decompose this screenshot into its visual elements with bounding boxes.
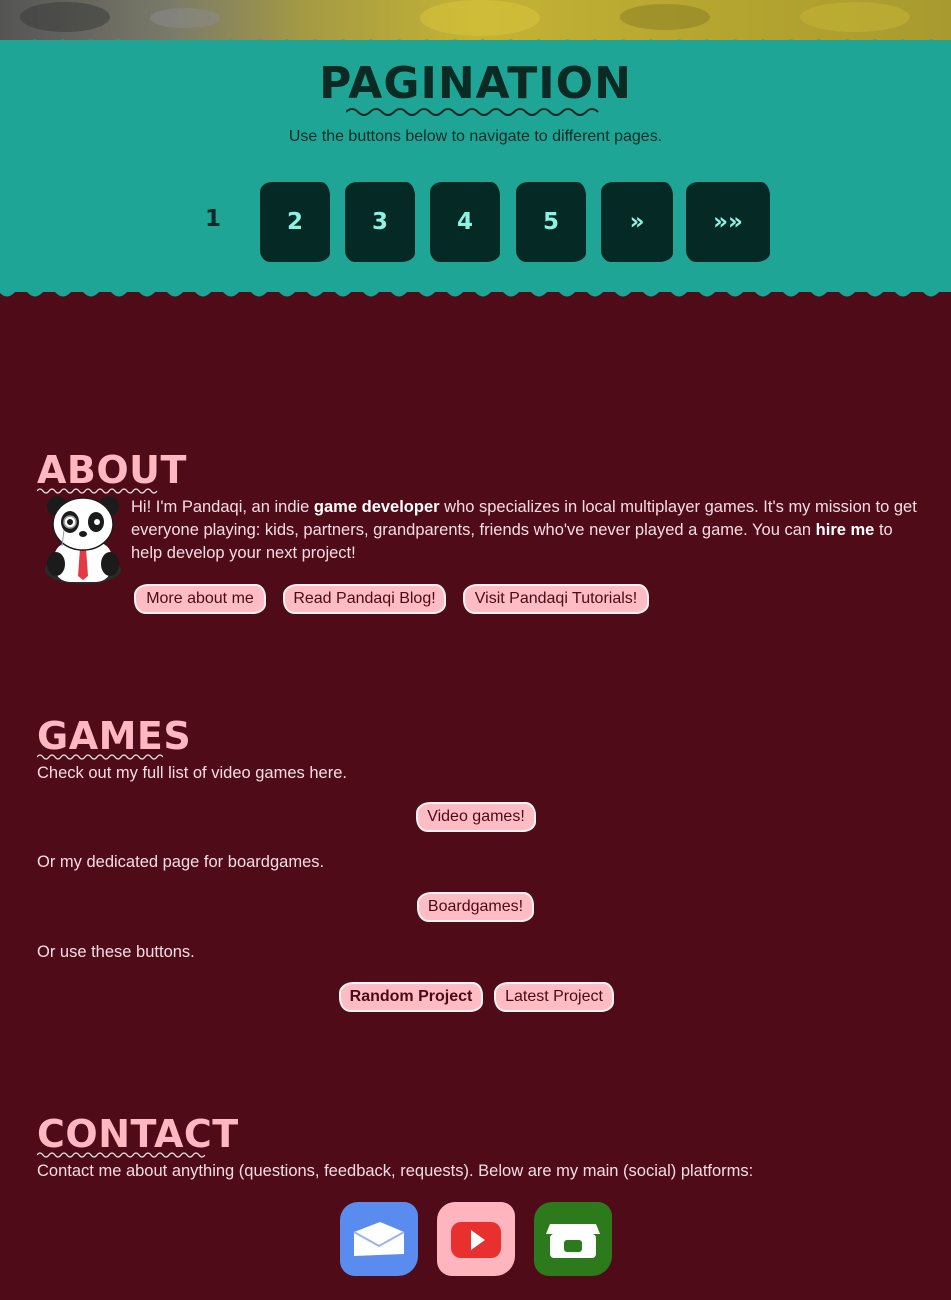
itch-link[interactable] <box>534 1202 612 1276</box>
panda-avatar <box>45 496 121 584</box>
last-page-button[interactable]: »» <box>686 182 770 262</box>
games-line-1: Check out my full list of video games he… <box>37 764 347 782</box>
contact-title: CONTACT <box>37 1112 239 1156</box>
games-squiggle <box>37 754 163 760</box>
games-title: GAMES <box>37 714 192 758</box>
more-about-me-button[interactable]: More about me <box>134 584 266 614</box>
contact-squiggle <box>37 1152 205 1158</box>
latest-project-button[interactable]: Latest Project <box>494 982 614 1012</box>
pagination-controls: 1 2 3 4 5 » »» <box>0 180 951 264</box>
page-button-4[interactable]: 4 <box>430 182 500 262</box>
itch-icon <box>546 1224 600 1258</box>
visit-tutorials-button[interactable]: Visit Pandaqi Tutorials! <box>463 584 649 614</box>
hire-me-link[interactable]: hire me <box>816 521 875 539</box>
youtube-icon <box>451 1222 501 1258</box>
wave-divider-bottom <box>0 286 951 297</box>
current-page: 1 <box>204 206 221 232</box>
title-squiggle <box>346 108 599 116</box>
next-page-button[interactable]: » <box>601 182 673 262</box>
games-line-2: Or my dedicated page for boardgames. <box>37 853 325 871</box>
email-link[interactable] <box>340 1202 418 1276</box>
wave-divider-top <box>0 39 951 50</box>
mail-icon <box>353 1222 405 1256</box>
page-button-3[interactable]: 3 <box>345 182 415 262</box>
page-button-5[interactable]: 5 <box>516 182 586 262</box>
about-title: ABOUT <box>37 448 187 492</box>
games-line-3: Or use these buttons. <box>37 943 195 961</box>
page-button-2[interactable]: 2 <box>260 182 330 262</box>
youtube-link[interactable] <box>437 1202 515 1276</box>
contact-text: Contact me about anything (questions, fe… <box>37 1162 754 1180</box>
pagination-subtitle: Use the buttons below to navigate to dif… <box>288 128 663 145</box>
about-text: Hi! I'm Pandaqi, an indie game developer… <box>131 498 917 562</box>
boardgames-button[interactable]: Boardgames! <box>417 892 534 922</box>
video-games-button[interactable]: Video games! <box>416 802 536 832</box>
game-developer-link[interactable]: game developer <box>314 498 440 516</box>
read-blog-button[interactable]: Read Pandaqi Blog! <box>283 584 446 614</box>
pagination-title: PAGINATION <box>319 58 632 109</box>
random-project-button[interactable]: Random Project <box>339 982 483 1012</box>
